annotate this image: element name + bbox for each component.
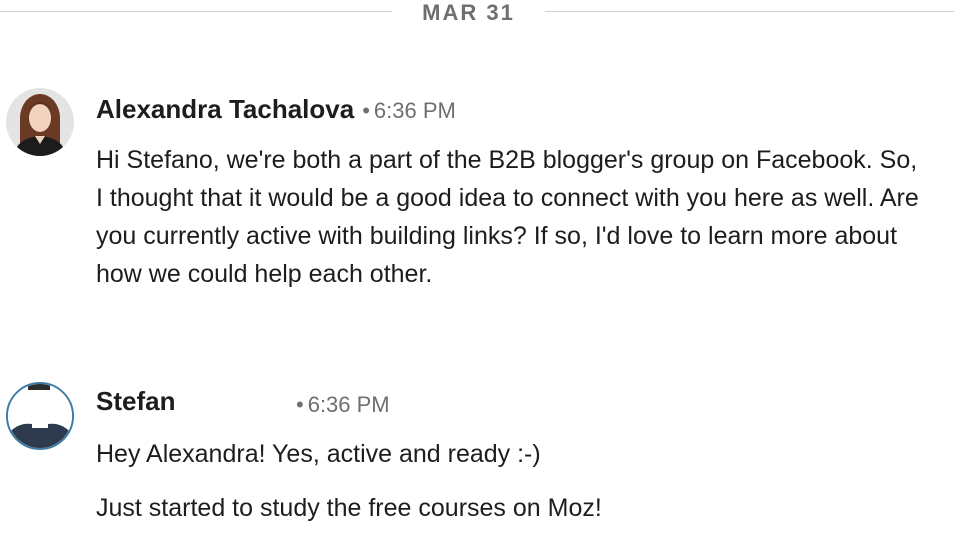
divider-line-left xyxy=(0,11,392,12)
message-header: Alexandra Tachalova • 6:36 PM xyxy=(96,94,456,126)
timestamp: 6:36 PM xyxy=(373,98,456,123)
avatar[interactable] xyxy=(6,382,74,450)
sender-name[interactable]: Stefan xyxy=(96,386,175,416)
profile-photo-icon xyxy=(8,384,72,448)
separator-dot: • xyxy=(362,98,370,123)
date-label: MAR 31 xyxy=(422,0,515,25)
separator-dot: • xyxy=(296,392,304,417)
message-text: Just started to study the free courses o… xyxy=(96,494,602,522)
date-divider: MAR 31 xyxy=(0,0,954,30)
timestamp-wrap: • 6:36 PM xyxy=(296,392,390,418)
message-text: Hey Alexandra! Yes, active and ready :-) xyxy=(96,440,541,468)
sender-name[interactable]: Alexandra Tachalova xyxy=(96,94,354,124)
message-text: Hi Stefano, we're both a part of the B2B… xyxy=(96,146,919,288)
divider-line-right xyxy=(545,11,954,12)
message-header: Stefan • 6:36 PM xyxy=(96,386,390,418)
timestamp: 6:36 PM xyxy=(307,392,390,417)
profile-photo-icon xyxy=(6,88,74,156)
avatar[interactable] xyxy=(6,88,74,156)
